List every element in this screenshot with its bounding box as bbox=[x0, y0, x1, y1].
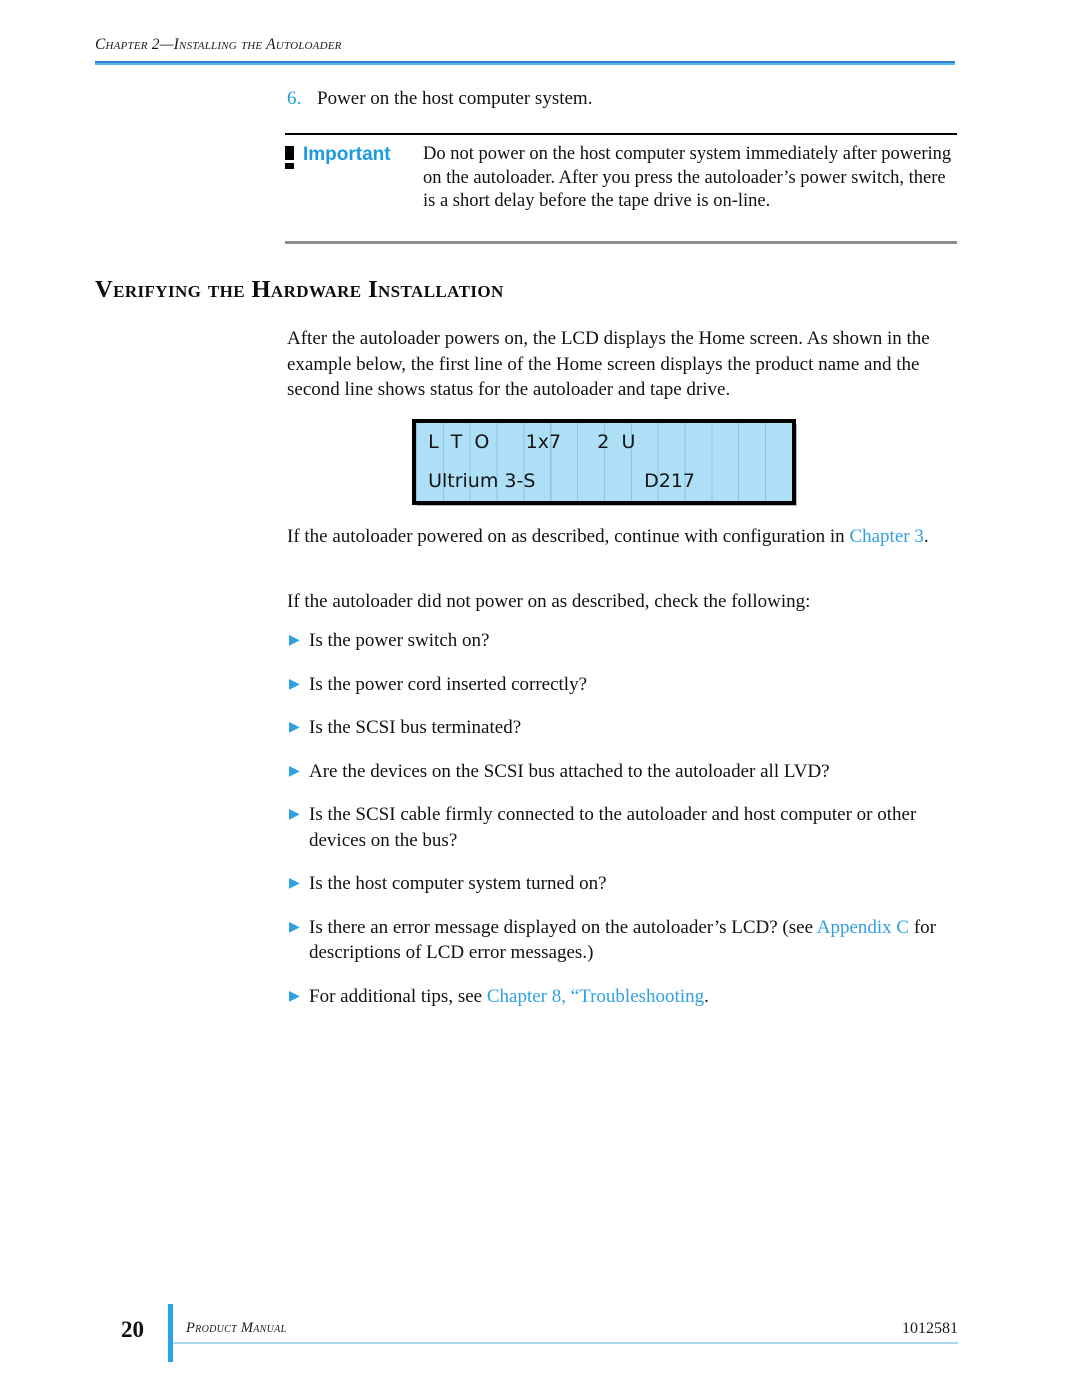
numbered-step: 6. Power on the host computer system. bbox=[287, 88, 957, 110]
footer-rule bbox=[173, 1342, 958, 1344]
list-item-text: Is the power switch on? bbox=[309, 628, 959, 654]
list-item: ▶ Is the power cord inserted correctly? bbox=[287, 672, 959, 698]
triangle-bullet-icon: ▶ bbox=[289, 763, 300, 779]
not-powered-on-paragraph: If the autoloader did not power on as de… bbox=[287, 591, 811, 612]
footer-manual-label: Product Manual bbox=[186, 1320, 287, 1336]
callout-text: Do not power on the host computer system… bbox=[423, 144, 952, 211]
page-number: 20 bbox=[121, 1317, 144, 1342]
list-item-text: Are the devices on the SCSI bus attached… bbox=[309, 759, 959, 785]
powered-on-prefix: If the autoloader powered on as describe… bbox=[287, 526, 850, 547]
intro-paragraph: After the autoloader powers on, the LCD … bbox=[287, 328, 930, 400]
list-item-suffix: . bbox=[704, 985, 709, 1007]
lcd-line-2: Ultrium 3-S D217 bbox=[416, 470, 696, 492]
header-rule-light bbox=[95, 63, 955, 65]
list-item-prefix: Are the devices on the SCSI bus attached… bbox=[309, 760, 830, 782]
callout-label-group: Important bbox=[285, 143, 423, 169]
triangle-bullet-icon: ▶ bbox=[289, 988, 300, 1004]
powered-on-suffix: . bbox=[923, 526, 929, 547]
footer-document-number: 1012581 bbox=[902, 1320, 958, 1337]
running-header: Chapter 2—Installing the Autoloader bbox=[95, 36, 955, 65]
list-item-text: Is the SCSI bus terminated? bbox=[309, 715, 959, 741]
list-item-prefix: Is the power cord inserted correctly? bbox=[309, 673, 588, 695]
triangle-bullet-icon: ▶ bbox=[289, 676, 300, 692]
running-header-text: Chapter 2—Installing the Autoloader bbox=[95, 36, 342, 53]
list-item-prefix: Is the host computer system turned on? bbox=[309, 873, 607, 894]
triangle-bullet-icon: ▶ bbox=[289, 807, 300, 822]
list-item-text: For additional tips, see Chapter 8, “Tro… bbox=[309, 984, 959, 1010]
list-item-prefix: Is there an error message displayed on t… bbox=[309, 916, 817, 938]
list-item: ▶ Is the SCSI cable firmly connected to … bbox=[287, 802, 959, 853]
step-number: 6. bbox=[287, 88, 302, 109]
list-item-text: Is there an error message displayed on t… bbox=[309, 915, 959, 966]
triangle-bullet-icon: ▶ bbox=[289, 720, 300, 735]
powered-on-paragraph: If the autoloader powered on as describe… bbox=[287, 524, 959, 550]
chapter-3-link[interactable]: Chapter 3 bbox=[849, 526, 923, 547]
chapter-8-troubleshooting-link[interactable]: Chapter 8, “Troubleshooting bbox=[487, 986, 704, 1007]
lcd-line-1: L T O 1x7 2 U bbox=[416, 431, 636, 453]
document-page: Chapter 2—Installing the Autoloader 6. P… bbox=[0, 0, 1080, 1397]
lcd-home-screen-figure: L T O 1x7 2 U Ultrium 3-S D217 bbox=[412, 419, 797, 506]
list-item-text: Is the power cord inserted correctly? bbox=[309, 672, 959, 698]
list-item-prefix: For additional tips, see bbox=[309, 985, 487, 1007]
list-item: ▶ Is the power switch on? bbox=[287, 628, 959, 654]
list-item: ▶ For additional tips, see Chapter 8, “T… bbox=[287, 984, 959, 1010]
appendix-c-link[interactable]: Appendix C bbox=[817, 917, 909, 938]
list-item-prefix: Is the SCSI cable firmly connected to th… bbox=[309, 804, 917, 851]
section-heading: Verifying the Hardware Installation bbox=[95, 276, 504, 303]
triangle-bullet-icon: ▶ bbox=[289, 633, 300, 648]
triangle-bullet-icon: ▶ bbox=[289, 876, 300, 891]
list-item-prefix: Is the power switch on? bbox=[309, 630, 490, 651]
callout-label: Important bbox=[303, 144, 391, 165]
list-item: ▶ Are the devices on the SCSI bus attach… bbox=[287, 759, 959, 785]
list-item-prefix: Is the SCSI bus terminated? bbox=[309, 717, 522, 738]
exclamation-icon bbox=[285, 146, 294, 169]
step-text: Power on the host computer system. bbox=[317, 88, 593, 109]
list-item-text: Is the SCSI cable firmly connected to th… bbox=[309, 802, 959, 853]
callout-bottom-rule bbox=[285, 241, 957, 244]
list-item: ▶ Is the host computer system turned on? bbox=[287, 871, 959, 897]
triangle-bullet-icon: ▶ bbox=[289, 919, 300, 935]
lcd-panel: L T O 1x7 2 U Ultrium 3-S D217 bbox=[412, 419, 796, 505]
list-item: ▶ Is the SCSI bus terminated? bbox=[287, 715, 959, 741]
list-item-text: Is the host computer system turned on? bbox=[309, 871, 959, 897]
footer-accent-bar bbox=[168, 1304, 173, 1362]
list-item: ▶ Is there an error message displayed on… bbox=[287, 915, 959, 966]
troubleshooting-checklist: ▶ Is the power switch on? ▶ Is the power… bbox=[287, 628, 959, 1027]
callout-top-rule bbox=[285, 133, 957, 135]
callout-body: Important Do not power on the host compu… bbox=[285, 143, 957, 214]
page-footer: 20 Product Manual 1012581 bbox=[0, 1300, 1080, 1380]
